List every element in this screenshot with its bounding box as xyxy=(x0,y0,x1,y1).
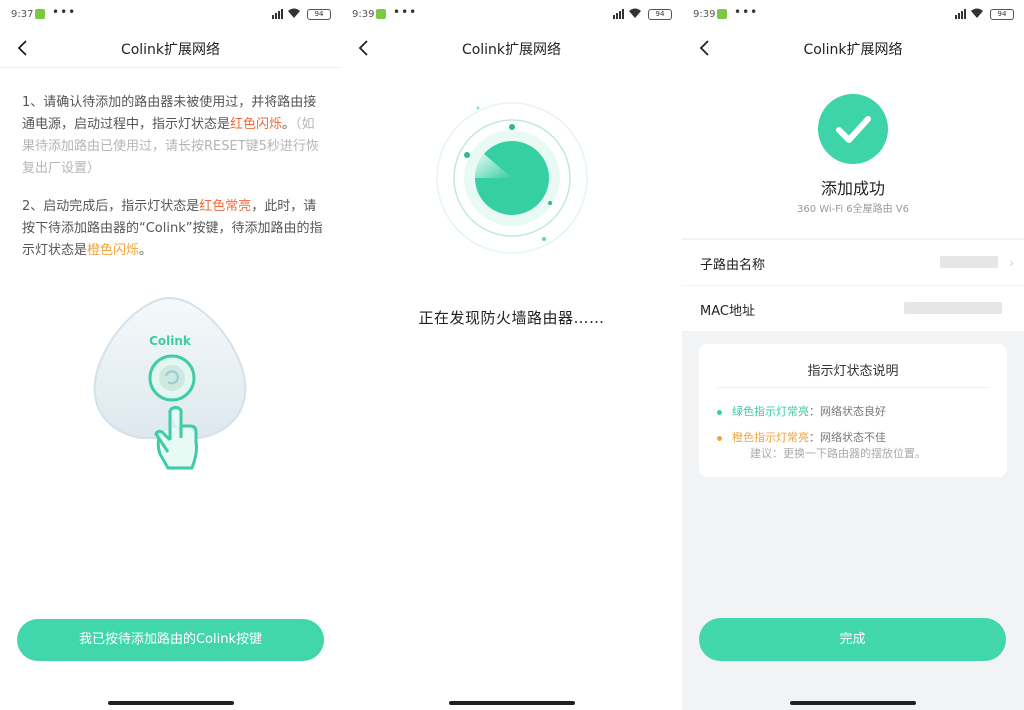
status-time: 9:39 xyxy=(693,9,716,20)
app-notification-icon xyxy=(717,9,727,19)
screen-success: 9:39 ••• 94 Colink扩展网络 添加成功 360 Wi-Fi 6全… xyxy=(682,0,1024,710)
mac-address-row: MAC地址 xyxy=(682,286,1024,331)
green-dot-icon xyxy=(717,409,722,415)
app-notification-icon xyxy=(376,9,386,19)
battery-icon: 94 xyxy=(990,9,1014,20)
device-colink-label: Colink xyxy=(149,334,191,348)
wifi-icon xyxy=(970,8,984,22)
page-title: Colink扩展网络 xyxy=(803,42,903,58)
success-hero: 添加成功 360 Wi-Fi 6全屋路由 V6 xyxy=(682,68,1024,238)
step1-red-blink: 红色闪烁 xyxy=(230,117,283,132)
instruction-step-2: 2、启动完成后，指示灯状态是红色常亮，此时，请按下待添加路由器的“Colink”… xyxy=(22,196,325,262)
orange-dot-icon xyxy=(717,435,722,441)
home-indicator[interactable] xyxy=(448,701,575,705)
indicator-info-card: 指示灯状态说明 绿色指示灯常亮：网络状态良好 橙色指示灯常亮：网络状态不佳 建议… xyxy=(699,344,1007,477)
more-notifications-icon: ••• xyxy=(393,5,418,19)
legend-green: 绿色指示灯常亮：网络状态良好 xyxy=(717,403,886,419)
instruction-step-1: 1、请确认待添加的路由器未被使用过，并将路由接通电源，启动过程中，指示灯状态是红… xyxy=(22,92,325,180)
discovering-status-text: 正在发现防火墙路由器…… xyxy=(418,309,605,327)
legend-orange-key: 橙色指示灯常亮 xyxy=(732,431,809,444)
home-indicator[interactable] xyxy=(107,701,234,705)
radar-scan-icon xyxy=(432,98,592,258)
more-notifications-icon: ••• xyxy=(52,5,77,19)
sub-router-name-label: 子路由名称 xyxy=(700,258,766,273)
step2-orange-blink: 橙色闪烁 xyxy=(87,243,140,258)
step2-red-solid: 红色常亮 xyxy=(199,199,252,214)
router-shape-icon xyxy=(93,296,247,470)
signal-icon xyxy=(955,9,966,19)
step1-period: 。 xyxy=(282,117,296,132)
sub-router-name-row[interactable]: 子路由名称 › xyxy=(682,240,1024,285)
done-button[interactable]: 完成 xyxy=(699,618,1006,661)
legend-tip: 建议：更换一下路由器的摆放位置。 xyxy=(750,447,926,460)
page-title: Colink扩展网络 xyxy=(461,42,562,58)
legend-green-key: 绿色指示灯常亮 xyxy=(732,405,809,418)
app-notification-icon xyxy=(35,9,45,19)
legend-orange: 橙色指示灯常亮：网络状态不佳 xyxy=(717,429,886,445)
confirm-pressed-button[interactable]: 我已按待添加路由的Colink按键 xyxy=(17,619,324,661)
home-indicator[interactable] xyxy=(790,701,916,705)
signal-icon xyxy=(272,9,283,19)
battery-icon: 94 xyxy=(307,9,331,20)
status-bar: 9:37 ••• 94 xyxy=(0,0,341,30)
screen-discovering: 9:39 ••• 94 Colink扩展网络 正在发现防火墙路由器…… xyxy=(341,0,682,710)
wifi-icon xyxy=(287,8,301,22)
page-title: Colink扩展网络 xyxy=(120,42,221,58)
status-bar: 9:39 ••• 94 xyxy=(682,0,1024,30)
router-illustration: Colink xyxy=(90,292,250,472)
step2-text-a: 2、启动完成后，指示灯状态是 xyxy=(22,199,200,214)
success-title: 添加成功 xyxy=(820,179,885,198)
mac-address-label: MAC地址 xyxy=(700,304,755,319)
legend-green-value: ：网络状态良好 xyxy=(809,405,886,418)
card-divider xyxy=(717,387,989,388)
mac-address-value-blurred xyxy=(904,302,1002,314)
nav-bar: Colink扩展网络 xyxy=(0,30,341,68)
status-bar: 9:39 ••• 94 xyxy=(341,0,682,30)
status-time: 9:39 xyxy=(352,9,375,20)
more-notifications-icon: ••• xyxy=(734,5,759,19)
router-model: 360 Wi-Fi 6全屋路由 V6 xyxy=(796,204,910,215)
battery-icon: 94 xyxy=(648,9,672,20)
step2-period: 。 xyxy=(139,243,153,258)
screen-instructions: 9:37 ••• 94 Colink扩展网络 1、请确认待添加的路由器未被使用过… xyxy=(0,0,341,710)
wifi-icon xyxy=(628,8,642,22)
chevron-right-icon: › xyxy=(1009,256,1014,270)
legend-orange-value: ：网络状态不佳 xyxy=(809,431,886,444)
status-time: 9:37 xyxy=(11,9,34,20)
nav-bar: Colink扩展网络 xyxy=(682,30,1024,68)
signal-icon xyxy=(613,9,624,19)
sub-router-name-value-blurred xyxy=(940,256,998,268)
success-check-icon xyxy=(818,94,888,164)
nav-bar: Colink扩展网络 xyxy=(341,30,682,68)
card-title: 指示灯状态说明 xyxy=(807,364,899,379)
